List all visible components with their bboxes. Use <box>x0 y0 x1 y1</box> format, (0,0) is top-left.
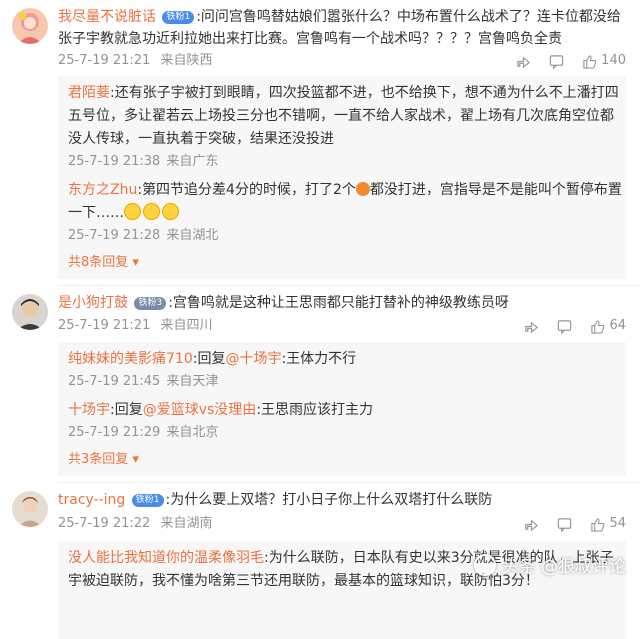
reply-prefix: 回复 <box>114 402 143 418</box>
toutiao-logo-icon <box>473 553 496 576</box>
comment-location: 来自陕西 <box>160 53 213 68</box>
comment-actions: 64 <box>524 314 626 338</box>
comment-body: 我尽量不说脏话 铁粉1:问问宫鲁鸣替姑娘们嚣张什么？中场布置什么战术了？连卡位都… <box>58 9 621 47</box>
reply-prefix: 回复 <box>197 351 226 367</box>
basketball-icon <box>355 182 370 196</box>
reply-location: 来自广东 <box>166 154 219 169</box>
comment-username[interactable]: tracy--ing <box>58 492 125 508</box>
comment-time: 25-7-19 21:21 <box>58 53 151 68</box>
reply-item: 东方之Zhu:第四节追分差4分的时候，打了2个 都没打进，宫指导是不是能叫个暂停布… <box>68 182 622 243</box>
more-replies-label: 共3条回复 <box>68 452 129 467</box>
more-replies-link[interactable]: 共3条回复 ▾ <box>68 450 626 472</box>
watermark-text: 头条 @狠叔评论 <box>501 557 626 577</box>
like-count: 140 <box>601 53 626 68</box>
comment-item: 我尽量不说脏话 铁粉1:问问宫鲁鸣替姑娘们嚣张什么？中场布置什么战术了？连卡位都… <box>0 0 640 279</box>
fan-badge: 铁粉3 <box>134 297 167 310</box>
reply-icon[interactable] <box>557 517 572 532</box>
comment-meta: 25-7-19 21:21 来自陕西 140 <box>58 50 626 72</box>
comment-actions: 54 <box>524 511 626 537</box>
comment-text: 宫鲁鸣就是这种让王思雨都只能打替补的神级教练员呀 <box>172 295 509 311</box>
reply-item: 十场宇:回复@爱篮球vs没理由:王思雨应该打主力 25-7-19 21:29 来自… <box>68 402 374 440</box>
chevron-down-icon: ▾ <box>132 255 139 270</box>
reply-mention[interactable]: @爱篮球vs没理由 <box>143 402 257 418</box>
avatar[interactable] <box>12 8 48 44</box>
reply-username[interactable]: 十场宇 <box>68 402 110 418</box>
reply-location: 来自天津 <box>166 374 219 389</box>
like-count: 54 <box>609 516 626 531</box>
like-count: 64 <box>609 318 626 333</box>
comment-item: 是小狗打鼓 铁粉3:宫鲁鸣就是这种让王思雨都只能打替补的神级教练员呀 25-7-… <box>0 286 640 476</box>
comment-username[interactable]: 是小狗打鼓 <box>58 295 128 311</box>
reply-username[interactable]: 没人能比我知道你的温柔像羽毛 <box>68 550 264 566</box>
like-button[interactable]: 140 <box>582 50 626 72</box>
laugh-emoji-icon <box>124 203 141 220</box>
comment-thread: 我尽量不说脏话 铁粉1:问问宫鲁鸣替姑娘们嚣张什么？中场布置什么战术了？连卡位都… <box>0 0 640 639</box>
like-button[interactable]: 54 <box>590 511 626 537</box>
laugh-emoji-icon <box>143 203 160 220</box>
thumbs-up-icon <box>591 319 605 334</box>
reply-username[interactable]: 纯妹妹的美影痛710 <box>68 351 193 367</box>
reply-username[interactable]: 君陌菨 <box>68 85 110 101</box>
reply-icon[interactable] <box>549 54 564 69</box>
more-replies-link[interactable]: 共8条回复 ▾ <box>68 253 626 275</box>
comment-location: 来自四川 <box>160 318 213 333</box>
comment-body: 是小狗打鼓 铁粉3:宫鲁鸣就是这种让王思雨都只能打替补的神级教练员呀 <box>58 295 509 311</box>
reply-time: 25-7-19 21:29 <box>68 425 161 440</box>
comment-location: 来自湖南 <box>160 516 213 531</box>
reply-icon[interactable] <box>557 319 572 334</box>
reply-time: 25-7-19 21:45 <box>68 374 161 389</box>
reply-time: 25-7-19 21:38 <box>68 154 161 169</box>
like-button[interactable]: 64 <box>590 314 626 338</box>
reply-location: 来自北京 <box>166 425 219 440</box>
reply-text: 第四节追分差4分的时候，打了2个 <box>142 182 356 198</box>
reply-list: 君陌菨:还有张子宇被打到眼睛，四次投篮都不进，也不给换下，想不通为什么不上潘打四… <box>58 76 626 279</box>
reply-item: 纯妹妹的美影痛710:回复@十场宇:王体力不行 25-7-19 21:45 来自天… <box>68 351 357 389</box>
comment-time: 25-7-19 21:21 <box>58 318 151 333</box>
reply-time: 25-7-19 21:28 <box>68 228 161 243</box>
chevron-down-icon: ▾ <box>132 452 139 467</box>
share-icon[interactable] <box>524 319 539 334</box>
reply-text: 王体力不行 <box>286 351 357 367</box>
reply-location: 来自湖北 <box>166 228 219 243</box>
avatar[interactable] <box>12 491 48 527</box>
comment-meta: 25-7-19 21:21 来自四川 64 <box>58 314 626 338</box>
comment-username[interactable]: 我尽量不说脏话 <box>58 9 156 25</box>
thumbs-up-icon <box>583 54 597 69</box>
thumbs-up-icon <box>591 517 605 532</box>
share-icon[interactable] <box>524 517 539 532</box>
watermark: 头条 @狠叔评论 <box>473 552 626 577</box>
comment-actions: 140 <box>516 50 626 72</box>
comment-body: tracy--ing 铁粉1:为什么要上双塔？打小日子你上什么双塔打什么联防 <box>58 492 493 508</box>
avatar[interactable] <box>12 294 48 330</box>
laugh-emoji-icon <box>162 203 179 220</box>
reply-list: 纯妹妹的美影痛710:回复@十场宇:王体力不行 25-7-19 21:45 来自天… <box>58 342 626 476</box>
reply-text: 王思雨应该打主力 <box>261 402 374 418</box>
fan-badge: 铁粉1 <box>162 11 195 24</box>
comment-meta: 25-7-19 21:22 来自湖南 54 <box>58 511 626 537</box>
share-icon[interactable] <box>516 54 531 69</box>
fan-badge: 铁粉1 <box>131 494 164 507</box>
reply-username[interactable]: 东方之Zhu <box>68 182 137 198</box>
comment-text: 为什么要上双塔？打小日子你上什么双塔打什么联防 <box>170 492 493 508</box>
reply-item: 君陌菨:还有张子宇被打到眼睛，四次投篮都不进，也不给换下，想不通为什么不上潘打四… <box>68 85 619 169</box>
reply-text: 还有张子宇被打到眼睛，四次投篮都不进，也不给换下，想不通为什么不上潘打四五号位，… <box>68 85 619 147</box>
reply-mention[interactable]: @十场宇 <box>225 351 281 367</box>
comment-time: 25-7-19 21:22 <box>58 516 151 531</box>
more-replies-label: 共8条回复 <box>68 255 129 270</box>
